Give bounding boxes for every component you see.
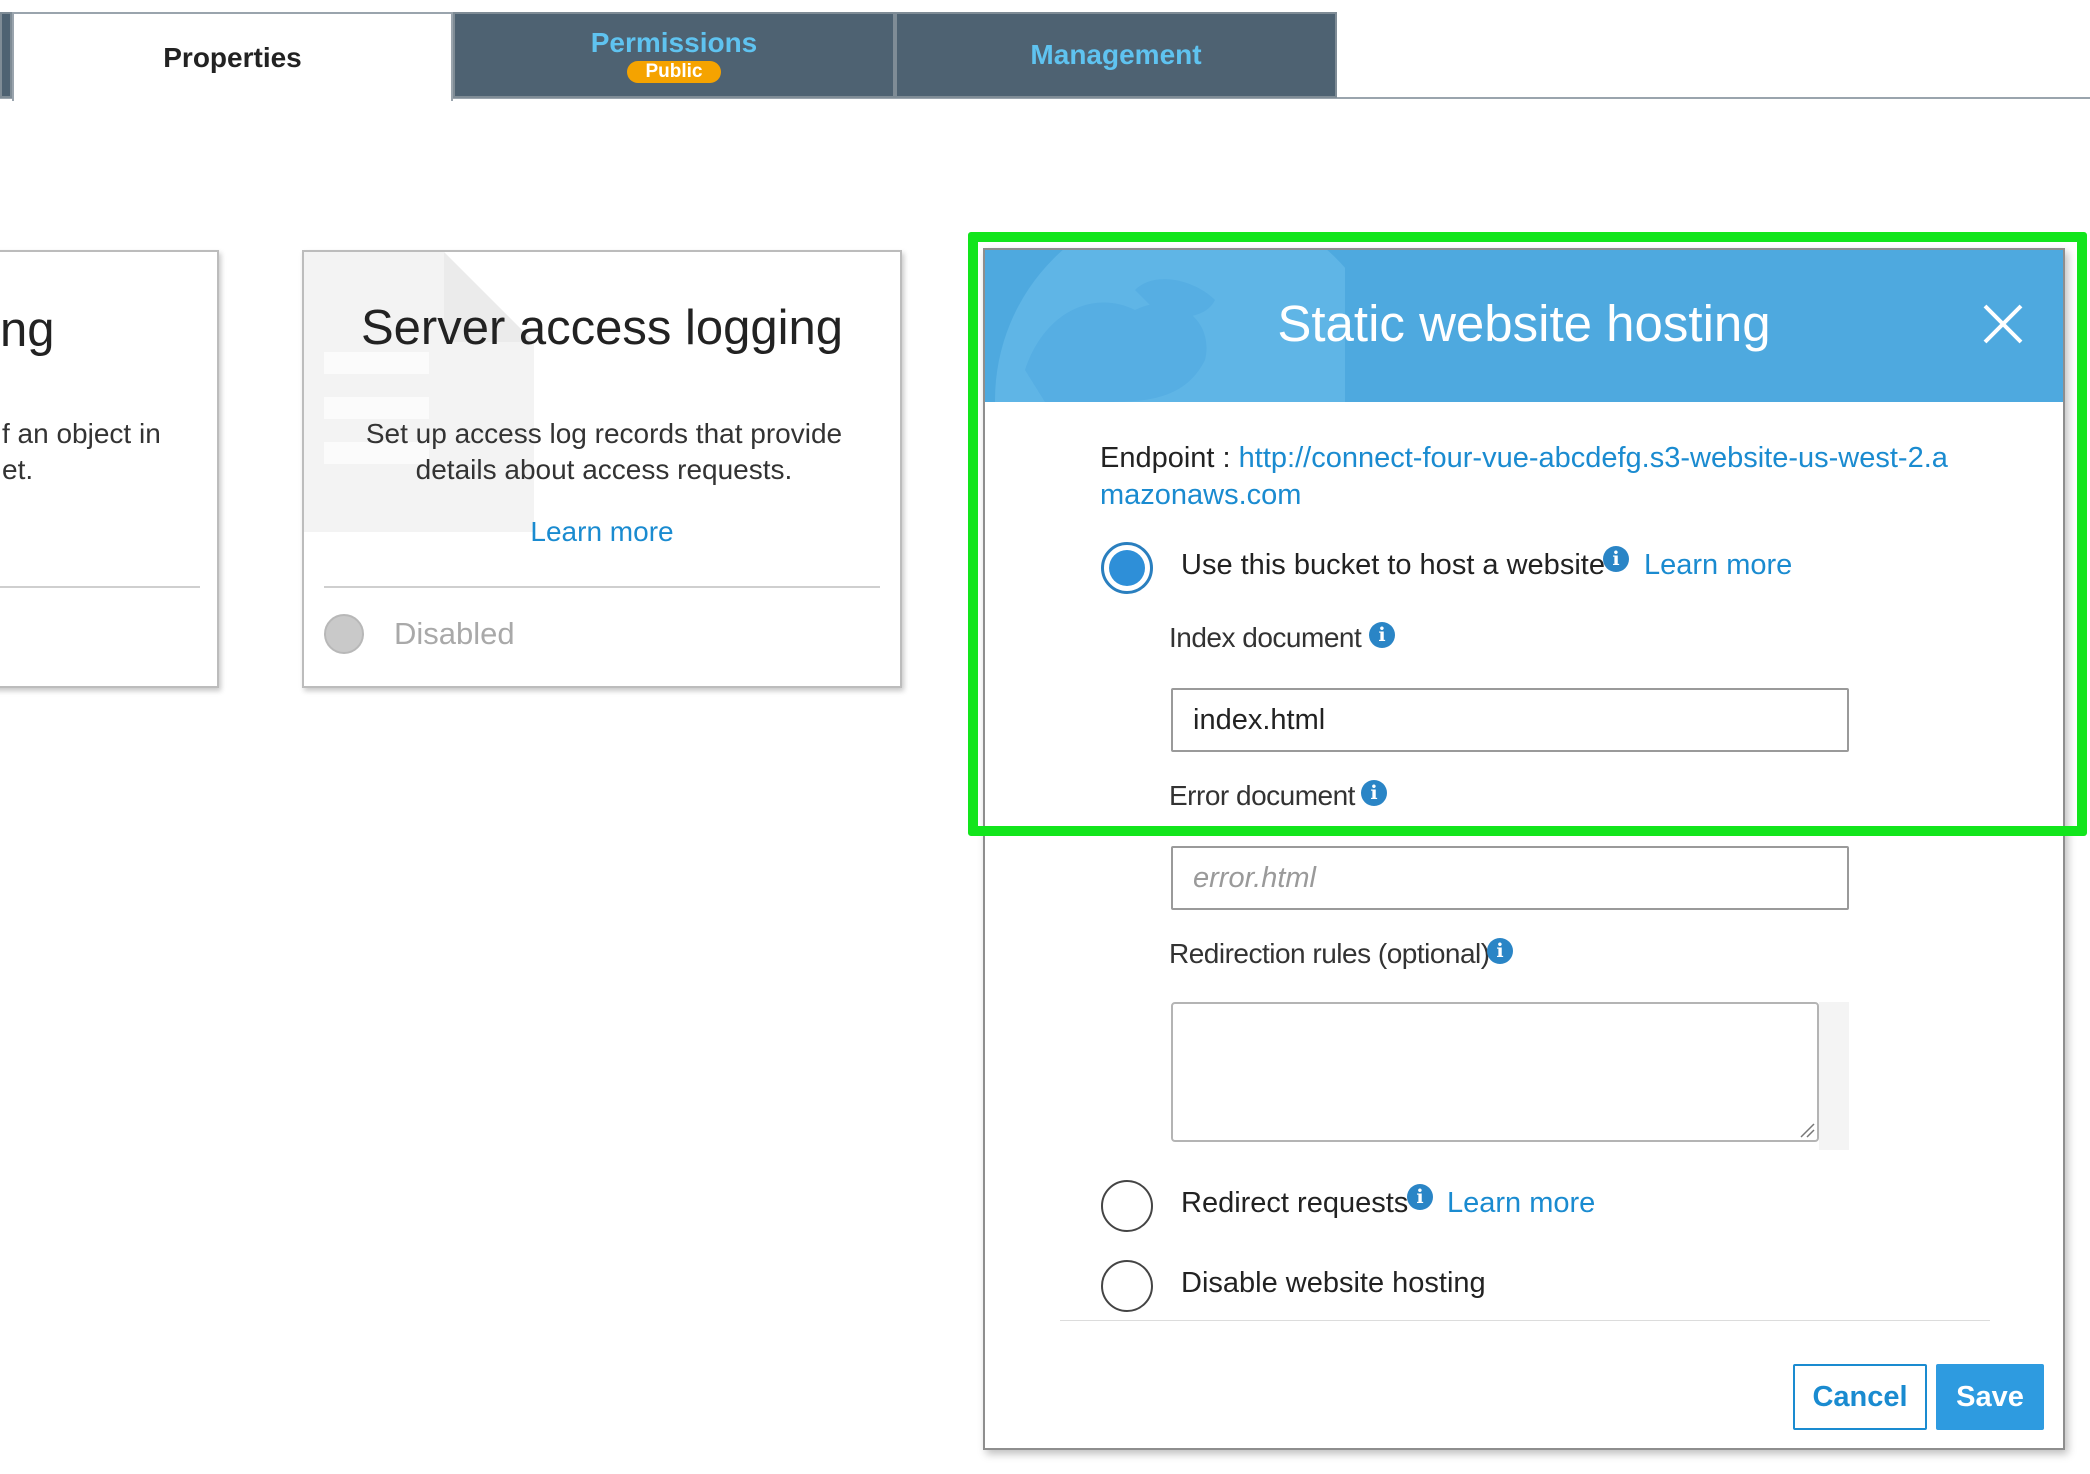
tab-management-label: Management [1030,39,1202,70]
redirection-rules-label: Redirection rules (optional) [1169,938,1490,969]
partial-card-divider [0,586,200,588]
host-website-radio[interactable] [1101,542,1153,594]
dialog-footer-divider [1060,1320,1990,1321]
index-document-label: Index document [1169,622,1362,653]
redirection-rules-info-icon[interactable]: i [1487,938,1513,964]
resize-grip-icon[interactable] [1797,1120,1815,1138]
disable-hosting-label: Disable website hosting [1181,1267,1486,1299]
server-access-logging-status: Disabled [394,616,515,651]
tab-permissions[interactable]: Permissions Public [453,12,895,98]
tab-permissions-label: Permissions [590,27,758,58]
static-website-hosting-dialog: Static website hosting Endpoint : http:/… [983,248,2065,1450]
endpoint-label: Endpoint : [1100,442,1231,474]
host-website-label: Use this bucket to host a website [1181,549,1605,581]
error-document-info-icon[interactable]: i [1361,780,1387,806]
cancel-button[interactable]: Cancel [1793,1364,1927,1430]
redirect-requests-learn-more[interactable]: Learn more [1447,1187,1595,1220]
partial-property-card[interactable]: ng f an object in et. [0,250,219,688]
tab-properties[interactable]: Properties [12,12,453,101]
status-indicator-icon [324,614,364,654]
tab-previous-stub[interactable] [0,12,12,98]
index-document-input[interactable] [1171,688,1849,752]
redirect-requests-radio[interactable] [1101,1180,1153,1232]
server-access-logging-divider [324,586,880,588]
textarea-scrollbar[interactable] [1819,1002,1849,1150]
partial-card-desc-line1: f an object in [2,418,161,449]
close-icon[interactable] [1979,300,2027,348]
dialog-title: Static website hosting [1277,295,1771,352]
server-access-logging-card[interactable]: Server access logging Set up access log … [302,250,902,688]
public-badge: Public [627,61,721,83]
host-website-learn-more[interactable]: Learn more [1644,549,1792,582]
partial-card-title: ng [0,303,55,357]
redirect-requests-info-icon[interactable]: i [1407,1184,1433,1210]
index-document-info-icon[interactable]: i [1369,622,1395,648]
error-document-label: Error document [1169,780,1355,811]
server-access-logging-title: Server access logging [360,301,844,355]
redirection-rules-textarea[interactable] [1171,1002,1819,1142]
error-document-input[interactable] [1171,846,1849,910]
redirect-requests-label: Redirect requests [1181,1187,1409,1219]
server-access-logging-learn-more[interactable]: Learn more [304,516,900,548]
dialog-header: Static website hosting [985,250,2063,402]
partial-card-desc-line2: et. [2,454,34,485]
server-access-logging-description: Set up access log records that provide d… [365,418,843,485]
tab-management[interactable]: Management [895,12,1337,98]
document-icon [304,252,534,532]
host-website-info-icon[interactable]: i [1603,546,1629,572]
endpoint-row: Endpoint : http://connect-four-vue-abcde… [1100,440,1960,514]
disable-hosting-radio[interactable] [1101,1260,1153,1312]
save-button[interactable]: Save [1936,1364,2044,1430]
tab-properties-label: Properties [163,41,302,73]
